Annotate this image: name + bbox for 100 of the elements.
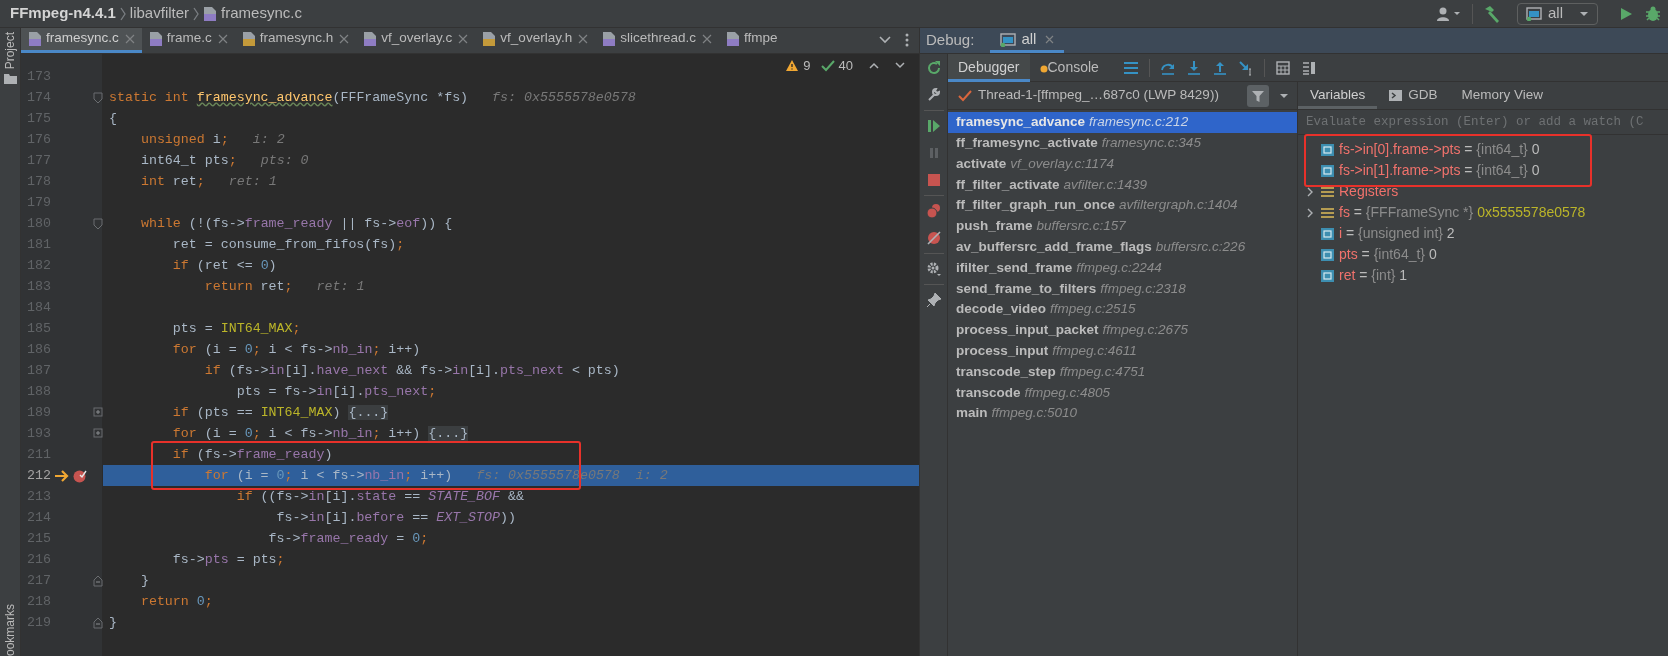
variable-entry[interactable]: ret = {int} 1 [1339,265,1408,286]
calculator-icon[interactable] [1274,59,1291,76]
breadcrumb-item[interactable]: libavfilter [129,2,190,25]
code-line: ret = consume_from_fifos(fs); [171,235,405,254]
inline-value-hint: i: 2 [635,466,668,485]
code-line: pts = fs->in[i].pts_next; [235,382,437,401]
code-line: fs->frame_ready = 0; [267,529,429,548]
variable-entry[interactable]: fs->in[0].frame->pts = {int64_t} 0 [1339,139,1540,160]
thread-dropdown[interactable]: Thread-1-[ffmpeg_…687c0 (LWP 8429)) [958,85,1219,106]
stack-frame[interactable]: send_frame_to_filters ffmpeg.c:2318 [948,278,1297,300]
passed-count: 40 [838,57,853,75]
editor-tab[interactable]: vf_overlay.c [356,28,476,53]
filter-icon[interactable] [1247,84,1269,107]
stack-frame[interactable]: main ffmpeg.c:5010 [948,403,1297,424]
user-icon[interactable] [1436,5,1462,22]
run-to-cursor-icon[interactable] [1237,59,1254,76]
editor-tab[interactable]: framesync.h [234,28,357,53]
variable-entry[interactable]: fs->in[1].frame->pts = {int64_t} 0 [1339,160,1540,181]
stack-frame[interactable]: transcode_step ffmpeg.c:4751 [948,361,1297,383]
rerun-icon[interactable] [925,60,942,76]
expand-fold-icon[interactable] [93,406,103,419]
close-icon[interactable] [701,33,712,44]
run-icon[interactable] [1618,5,1634,22]
code-line: if (fs->frame_ready) [171,445,333,464]
step-out-icon[interactable] [1211,59,1228,76]
editor-tab[interactable]: framesync.c [21,28,142,53]
bookmarks-tool-tab[interactable]: ookmarks [1,604,19,656]
fold-marker-icon[interactable] [93,217,103,230]
code-line: int ret; [139,172,205,191]
inline-value-hint: ret: 1 [228,172,277,191]
stack-frame[interactable]: transcode ffmpeg.c:4805 [948,382,1297,404]
value-icon [1321,269,1334,282]
stack-frame[interactable]: framesync_advance framesync.c:212 [948,112,1297,133]
source-file-icon [28,30,42,47]
variable-entry[interactable]: Registers [1339,181,1399,202]
code-line: return ret; [203,277,293,296]
value-icon [1321,248,1334,261]
variable-entry[interactable]: pts = {int64_t} 0 [1339,244,1437,265]
inline-value-hint: fs: 0x5555578e0578 [492,88,636,107]
editor-tab[interactable]: slicethread.c [595,28,719,53]
caret-icon[interactable] [1279,92,1289,99]
source-file-icon [725,30,740,47]
chevron-up-icon[interactable] [869,62,879,70]
hammer-icon[interactable] [1483,4,1501,23]
chevron-down-icon[interactable] [879,36,891,44]
stack-frame[interactable]: push_frame buffersrc.c:157 [948,216,1297,237]
close-icon[interactable] [124,33,135,44]
close-icon[interactable] [339,33,350,44]
breakpoints-icon[interactable] [925,203,942,219]
stop-icon[interactable] [925,172,942,188]
code-line: } [139,571,149,590]
chevron-down-icon[interactable] [895,62,905,70]
stack-frame[interactable]: process_input_packet ffmpeg.c:2675 [948,319,1297,341]
caret-icon [1579,10,1589,17]
layout-icon[interactable] [1300,59,1317,76]
stack-frame[interactable]: ff_filter_graph_run_once avfiltergraph.c:1404 [948,195,1297,216]
source-file-icon [602,30,617,47]
close-icon[interactable] [578,33,589,44]
editor-tab[interactable]: vf_overlay.h [475,28,596,53]
settings-icon[interactable] [925,261,942,277]
terminal-icon [1389,89,1403,101]
fold-end-icon[interactable] [93,574,103,587]
pin-icon[interactable] [925,292,942,308]
code-line: if (ret <= 0) [171,256,277,275]
close-icon[interactable] [217,33,228,44]
stack-frame[interactable]: activate vf_overlay.c:1174 [948,153,1297,175]
debug-tab[interactable]: Debugger [948,53,1030,82]
variables-tab[interactable]: GDB [1377,82,1450,109]
fold-end-icon[interactable] [93,616,103,629]
variable-entry[interactable]: i = {unsigned int} 2 [1339,223,1455,244]
stack-frame[interactable]: decode_video ffmpeg.c:2515 [948,299,1297,320]
run-configuration-dropdown[interactable]: all [1517,2,1598,25]
debug-tab[interactable]: Console [1029,53,1109,82]
stack-frame[interactable]: ff_framesync_activate framesync.c:345 [948,132,1297,154]
stack-frame[interactable]: process_input ffmpeg.c:4611 [948,340,1297,362]
code-line: int64_t pts; [139,151,237,170]
close-icon[interactable] [458,33,469,44]
breadcrumb-item[interactable]: FFmpeg-n4.4.1 [10,2,116,25]
menu-icon[interactable] [1122,59,1139,76]
expand-fold-icon[interactable] [93,427,103,440]
code-line: fs->in[i].before == EXT_STOP)) [275,508,516,527]
stack-frame[interactable]: ifilter_send_frame ffmpeg.c:2244 [948,257,1297,279]
project-tool-tab[interactable]: Project [1,32,19,70]
breadcrumb-item[interactable]: framesync.c [221,2,302,25]
resume-icon[interactable] [925,118,942,134]
step-into-icon[interactable] [1185,59,1202,76]
stack-frame[interactable]: ff_filter_activate avfilter.c:1439 [948,174,1297,196]
more-icon[interactable] [905,33,909,47]
check-icon [958,89,972,102]
editor-tab[interactable]: frame.c [141,28,235,53]
stack-frame[interactable]: av_buffersrc_add_frame_flags buffersrc.c:226 [948,236,1297,258]
variables-tab[interactable]: Memory View [1449,82,1556,109]
source-file-icon [148,30,163,47]
mute-breakpoints-icon[interactable] [925,230,942,246]
variable-entry[interactable]: fs = {FFFrameSync *} 0x5555578e0578 [1339,202,1586,223]
editor-tab[interactable]: ffmpe [718,28,785,53]
header-file-icon [482,30,497,47]
bug-icon[interactable] [1644,4,1662,23]
close-icon[interactable] [1045,35,1055,44]
fold-marker-icon[interactable] [93,91,103,104]
